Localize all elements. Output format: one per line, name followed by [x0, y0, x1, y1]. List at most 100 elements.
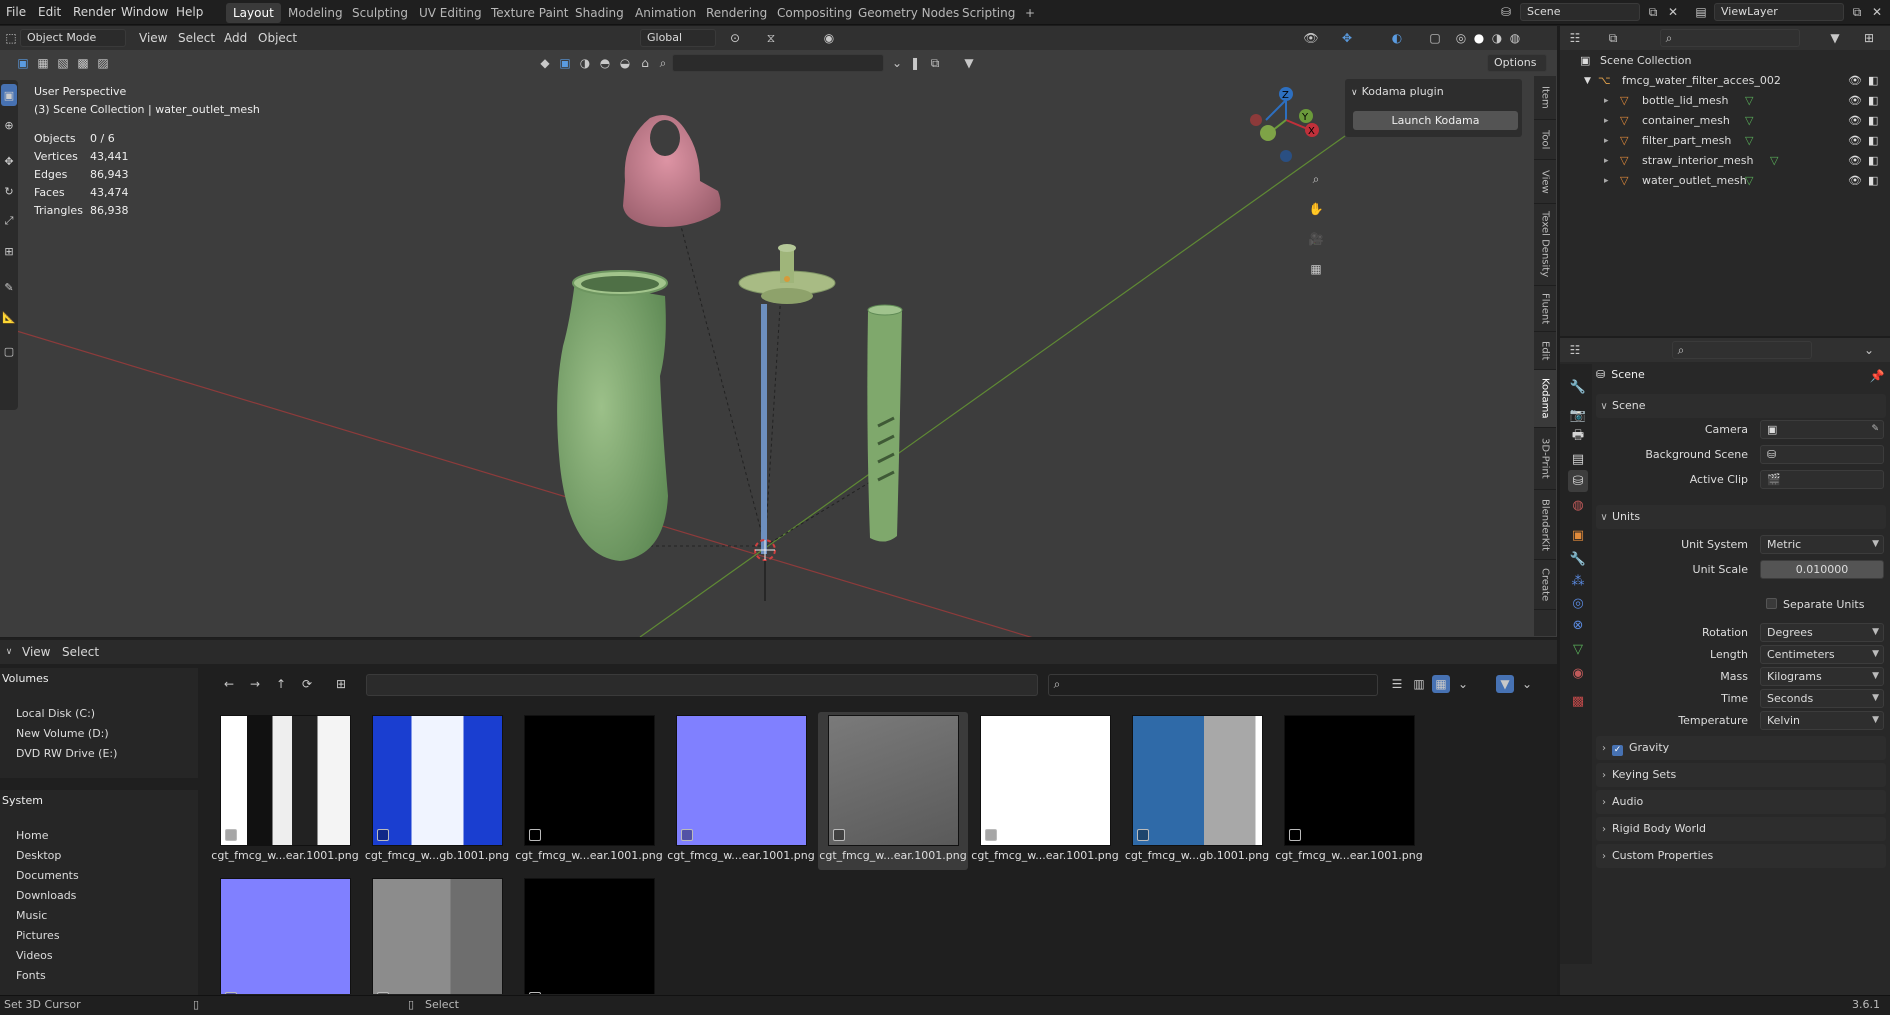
tab-texel-density[interactable]: Texel Density — [1534, 204, 1556, 286]
volume-item[interactable]: Local Disk (C:) — [16, 704, 95, 723]
vp-menu-add[interactable]: Add — [224, 30, 247, 47]
3d-viewport[interactable]: Z Y X — [0, 26, 1557, 637]
filter-options-icon[interactable]: ⌄ — [1518, 675, 1536, 693]
search-icon[interactable]: ⌕ — [654, 54, 672, 72]
launch-kodama-button[interactable]: Launch Kodama — [1353, 111, 1518, 130]
display-options-icon[interactable]: ⌄ — [1454, 675, 1472, 693]
system-item[interactable]: Videos — [16, 946, 53, 965]
tool-select-icon[interactable]: ▣ — [1, 84, 17, 106]
back-arrow-icon[interactable]: ← — [220, 675, 238, 693]
menu-edit[interactable]: Edit — [38, 4, 61, 21]
active-clip-field[interactable]: 🎬 — [1760, 470, 1884, 489]
tool-scale-icon[interactable]: ⤢ — [1, 210, 17, 232]
transform-orientation-selector[interactable]: Global — [640, 29, 716, 47]
kodama-panel-header[interactable]: ∨ Kodama plugin — [1351, 85, 1444, 98]
tab-layout[interactable]: Layout — [226, 3, 281, 23]
funnel-icon[interactable]: ▼ — [960, 54, 978, 72]
tab-uv-editing[interactable]: UV Editing — [412, 3, 489, 23]
background-scene-field[interactable]: ⛁ — [1760, 445, 1884, 464]
mesh-data-icon[interactable]: ▽ — [1745, 111, 1753, 131]
eye-icon[interactable]: 👁 — [1848, 111, 1862, 131]
viewport-select-icon[interactable]: ▣ — [556, 54, 574, 72]
system-item[interactable]: Pictures — [16, 926, 60, 945]
file-thumbnail[interactable]: cgt_fmcg_w...gb.1001.png — [362, 712, 512, 870]
system-item[interactable]: Fonts — [16, 966, 46, 985]
outliner-row-object[interactable]: ▸ ▽ straw_interior_mesh ▽ 👁 ◧ — [1560, 151, 1890, 171]
tab-sculpting[interactable]: Sculpting — [345, 3, 415, 23]
outliner-row-scene-collection[interactable]: ▣ Scene Collection — [1560, 51, 1890, 71]
camera-view-icon[interactable]: 🎥 — [1307, 230, 1325, 248]
camera-icon[interactable]: ◧ — [1868, 111, 1878, 131]
tool-annotate-icon[interactable]: ✎ — [1, 276, 17, 298]
chevron-right-icon[interactable]: ▸ — [1604, 131, 1609, 151]
bookmark-icon[interactable]: ❚ — [906, 54, 924, 72]
chevron-down-icon[interactable]: ∨ — [0, 643, 18, 661]
forward-arrow-icon[interactable]: → — [246, 675, 264, 693]
chevron-right-icon[interactable]: ▸ — [1604, 111, 1609, 131]
data-tab-icon[interactable]: ▽ — [1568, 638, 1588, 660]
scene-selector[interactable]: Scene — [1520, 3, 1640, 21]
camera-icon[interactable]: ◧ — [1868, 151, 1878, 171]
object-tab-icon[interactable]: ▣ — [1568, 524, 1588, 546]
constraints-tab-icon[interactable]: ⊗ — [1568, 614, 1588, 636]
select-intersect-icon[interactable]: ▨ — [94, 54, 112, 72]
new-collection-icon[interactable]: ⊞ — [1860, 29, 1878, 47]
display-mode-icon[interactable]: ⧉ — [1604, 29, 1622, 47]
outliner-row-object[interactable]: ▸ ▽ bottle_lid_mesh ▽ 👁 ◧ — [1560, 91, 1890, 111]
tool-tab-icon[interactable]: 🔧 — [1568, 376, 1588, 398]
visibility-icon[interactable]: 👁 — [1302, 29, 1320, 47]
tab-view[interactable]: View — [1534, 160, 1556, 204]
editor-type-icon[interactable]: ☷ — [1566, 341, 1584, 359]
tab-edit[interactable]: Edit — [1534, 332, 1556, 370]
layout-icon[interactable]: ⧉ — [926, 54, 944, 72]
unit-dropdown[interactable]: Centimeters ▼ — [1760, 645, 1884, 664]
chevron-right-icon[interactable]: ▸ — [1604, 171, 1609, 191]
file-thumbnail[interactable]: cgt_fmcg_w...ear.1001.png — [210, 712, 360, 870]
system-item[interactable]: Desktop — [16, 846, 61, 865]
section-custom-properties[interactable]: › Custom Properties — [1596, 844, 1886, 868]
parent-dir-icon[interactable]: ↑ — [272, 675, 290, 693]
pivot-icon[interactable]: ⊙ — [726, 29, 744, 47]
chevron-down-icon[interactable]: ▼ — [1584, 71, 1591, 91]
material-shading-icon[interactable]: ◑ — [1488, 29, 1506, 47]
view-layer-icon[interactable]: ▤ — [1692, 3, 1710, 21]
section-gravity[interactable]: › ✓ Gravity — [1596, 736, 1886, 760]
object-types-icon[interactable]: ◆ — [536, 54, 554, 72]
mesh-data-icon[interactable]: ▽ — [1745, 131, 1753, 151]
short-list-icon[interactable]: ▥ — [1410, 675, 1428, 693]
viewport-shade-icon[interactable]: ◑ — [576, 54, 594, 72]
file-thumbnail[interactable] — [514, 875, 664, 994]
scene-tab-icon[interactable]: ⛁ — [1568, 470, 1588, 492]
unit-dropdown[interactable]: Kilograms ▼ — [1760, 667, 1884, 686]
chevron-right-icon[interactable]: ▸ — [1604, 151, 1609, 171]
unit-dropdown[interactable]: Degrees ▼ — [1760, 623, 1884, 642]
thumbnail-view-icon[interactable]: ▦ — [1432, 675, 1450, 693]
new-scene-icon[interactable]: ⧉ — [1644, 3, 1662, 21]
select-subtract-icon[interactable]: ▧ — [54, 54, 72, 72]
eyedropper-icon[interactable]: ✎ — [1871, 421, 1879, 438]
material-tab-icon[interactable]: ◉ — [1568, 662, 1588, 684]
select-box-icon[interactable]: ▣ — [14, 54, 32, 72]
menu-render[interactable]: Render — [73, 4, 116, 21]
wireframe-shading-icon[interactable]: ◎ — [1452, 29, 1470, 47]
proportional-edit-icon[interactable]: ◉ — [820, 29, 838, 47]
overlay-toggle-icon[interactable]: ◐ — [1388, 29, 1406, 47]
tool-cursor-icon[interactable]: ⊕ — [1, 114, 17, 136]
render-tab-icon[interactable]: 📷 — [1568, 404, 1588, 426]
volume-item[interactable]: New Volume (D:) — [16, 724, 109, 743]
menu-help[interactable]: Help — [176, 4, 203, 21]
filter-icon[interactable]: ▼ — [1826, 29, 1844, 47]
tab-texture-paint[interactable]: Texture Paint — [484, 3, 575, 23]
camera-field[interactable]: ▣ ✎ — [1760, 420, 1884, 439]
system-item[interactable]: Home — [16, 826, 48, 845]
mesh-data-icon[interactable]: ▽ — [1745, 171, 1753, 191]
tab-blenderkit[interactable]: BlenderKit — [1534, 490, 1556, 560]
tab-item[interactable]: Item — [1534, 76, 1556, 120]
delete-view-layer-icon[interactable]: ✕ — [1868, 3, 1886, 21]
editor-type-icon[interactable]: ☷ — [1566, 29, 1584, 47]
viewport-globe-icon[interactable]: ◒ — [616, 54, 634, 72]
delete-scene-icon[interactable]: ✕ — [1664, 3, 1682, 21]
tool-add-cube-icon[interactable]: ▢ — [1, 340, 17, 362]
options-button[interactable]: Options — [1487, 54, 1547, 72]
view-layer-selector[interactable]: ViewLayer — [1714, 3, 1844, 21]
